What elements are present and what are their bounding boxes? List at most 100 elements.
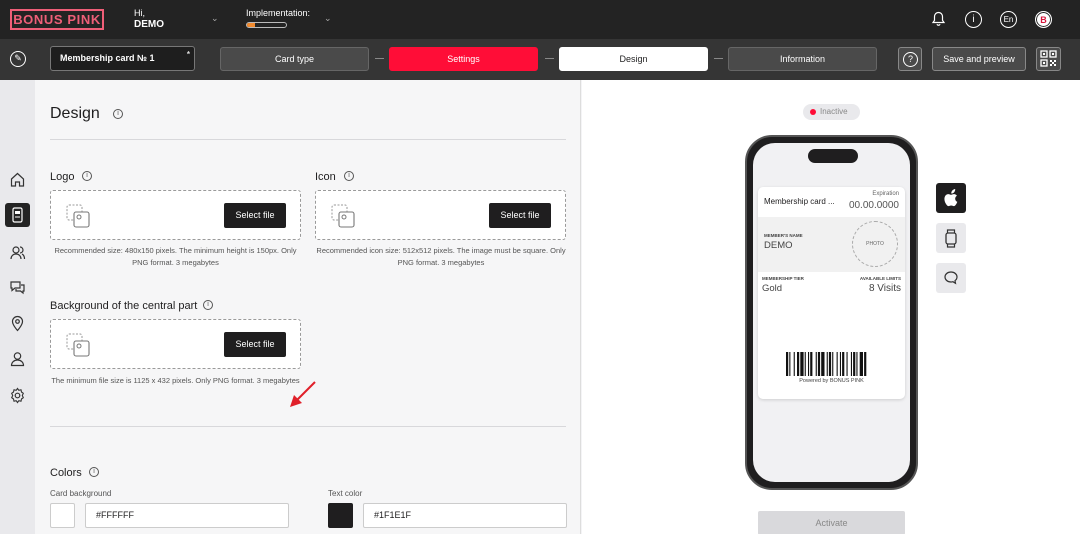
users-icon[interactable] <box>9 244 26 261</box>
save-and-preview-button[interactable]: Save and preview <box>932 47 1026 71</box>
member-name-label: MEMBER'S NAME <box>764 233 803 238</box>
icon-hint: Recommended icon size: 512x512 pixels. T… <box>313 245 569 269</box>
logo-hint-line2: PNG format. 3 megabytes <box>132 258 219 267</box>
chat-icon[interactable] <box>9 279 26 296</box>
settings-icon[interactable] <box>9 387 26 404</box>
pass-name: Membership card ... <box>764 197 835 206</box>
background-hint: The minimum file size is 1125 x 432 pixe… <box>51 376 300 385</box>
apple-wallet-button[interactable] <box>936 183 966 213</box>
divider <box>50 426 566 427</box>
phone-screen: Membership card ... Expiration 00.00.000… <box>753 143 910 482</box>
implementation-label: Implementation: <box>246 8 311 18</box>
pass-card: Membership card ... Expiration 00.00.000… <box>758 187 905 399</box>
pass-strip: MEMBER'S NAME DEMO PHOTO <box>758 217 905 272</box>
greeting-text: Hi, <box>134 8 145 18</box>
status-dot <box>810 109 816 115</box>
info-icon[interactable]: i <box>89 467 99 477</box>
background-dropzone[interactable]: Select file <box>50 319 301 369</box>
step-design[interactable]: Design <box>559 47 708 71</box>
message-button[interactable] <box>936 263 966 293</box>
phone-notch <box>808 149 858 163</box>
icon-select-file-button[interactable]: Select file <box>489 203 551 228</box>
tier-value: Gold <box>762 283 783 294</box>
status-text: Inactive <box>820 107 848 116</box>
step-divider <box>545 58 554 59</box>
step-divider <box>375 58 384 59</box>
language-switch[interactable]: En <box>1000 11 1017 28</box>
card-preview-panel: Inactive Membership card ... Expiration … <box>582 80 1080 534</box>
photo-placeholder: PHOTO <box>852 221 898 267</box>
user-icon[interactable] <box>9 350 26 367</box>
image-placeholder-icon <box>331 204 355 228</box>
tier-label: MEMBERSHIP TIER <box>762 276 804 281</box>
background-select-file-button[interactable]: Select file <box>224 332 286 357</box>
logo-dropzone[interactable]: Select file <box>50 190 301 240</box>
expiration-label: Expiration <box>872 191 899 197</box>
brand-logo[interactable]: BONUS PINK <box>10 9 104 30</box>
logo-label: Logo <box>50 171 75 183</box>
text-color-swatch[interactable] <box>328 503 353 528</box>
card-name-field[interactable]: Membership card № 1 * <box>50 46 195 71</box>
editor-toolbar: ✎ Membership card № 1 * Card type Settin… <box>0 39 1080 80</box>
user-name: DEMO <box>134 19 164 30</box>
info-icon[interactable]: i <box>965 11 982 28</box>
card-name-text: Membership card № 1 <box>60 53 155 63</box>
step-information[interactable]: Information <box>728 47 877 71</box>
member-name-value: DEMO <box>764 240 793 251</box>
card-background-label: Card background <box>50 489 112 498</box>
qr-code-button[interactable] <box>1036 47 1061 71</box>
phone-mockup: Membership card ... Expiration 00.00.000… <box>745 135 918 490</box>
text-color-input[interactable]: #1F1E1F <box>363 503 567 528</box>
pencil-icon[interactable]: ✎ <box>10 51 26 67</box>
step-card-type[interactable]: Card type <box>220 47 369 71</box>
design-form-panel: Design i Logo i Select file Recommended … <box>35 80 581 534</box>
question-icon: ? <box>903 52 918 67</box>
info-icon[interactable]: i <box>113 109 123 119</box>
required-asterisk: * <box>186 50 190 59</box>
red-arrow-annotation <box>290 381 316 407</box>
message-icon <box>944 271 958 285</box>
card-background-swatch[interactable] <box>50 503 75 528</box>
image-placeholder-icon <box>66 204 90 228</box>
step-settings[interactable]: Settings <box>389 47 538 71</box>
avatar[interactable]: B <box>1035 11 1052 28</box>
qr-code-icon <box>1040 50 1057 67</box>
help-button[interactable]: ? <box>898 47 922 71</box>
info-icon[interactable]: i <box>344 171 354 181</box>
watch-button[interactable] <box>936 223 966 253</box>
card-background-input[interactable]: #FFFFFF <box>85 503 289 528</box>
home-icon[interactable] <box>9 171 26 188</box>
barcode-image <box>786 352 867 376</box>
info-icon[interactable]: i <box>82 171 92 181</box>
icon-hint-line1: Recommended icon size: 512x512 pixels. T… <box>316 246 566 255</box>
implementation-progress <box>246 22 287 28</box>
location-icon[interactable] <box>9 315 26 332</box>
colors-title: Colors <box>50 467 82 479</box>
page-title: Design <box>50 105 100 122</box>
step-divider <box>714 58 723 59</box>
divider <box>50 139 566 140</box>
expiration-value: 00.00.0000 <box>848 200 899 211</box>
powered-by: Powered by BONUS PINK <box>799 378 864 384</box>
chevron-down-icon[interactable]: ⌄ <box>211 13 219 24</box>
user-greeting[interactable]: Hi, DEMO <box>134 8 164 32</box>
chevron-down-icon[interactable]: ⌄ <box>324 13 332 24</box>
icon-hint-line2: PNG format. 3 megabytes <box>397 258 485 267</box>
icon-dropzone[interactable]: Select file <box>315 190 566 240</box>
watch-icon <box>945 229 957 248</box>
implementation-progress-fill <box>247 23 255 27</box>
activate-button[interactable]: Activate <box>758 511 905 534</box>
image-placeholder-icon <box>66 333 90 357</box>
background-label: Background of the central part <box>50 300 198 312</box>
limits-value: 8 Visits <box>868 283 901 294</box>
apple-icon <box>944 189 958 207</box>
logo-hint: Recommended size: 480x150 pixels. The mi… <box>45 245 306 269</box>
bell-icon[interactable] <box>930 11 947 28</box>
limits-label: AVAILABLE LIMITS <box>859 276 901 281</box>
info-icon[interactable]: i <box>203 300 213 310</box>
text-color-label: Text color <box>328 489 363 498</box>
logo-hint-line1: Recommended size: 480x150 pixels. The mi… <box>54 246 297 255</box>
card-icon[interactable] <box>5 203 30 227</box>
logo-select-file-button[interactable]: Select file <box>224 203 286 228</box>
top-bar: BONUS PINK Hi, DEMO ⌄ Implementation: ⌄ … <box>0 0 1080 39</box>
